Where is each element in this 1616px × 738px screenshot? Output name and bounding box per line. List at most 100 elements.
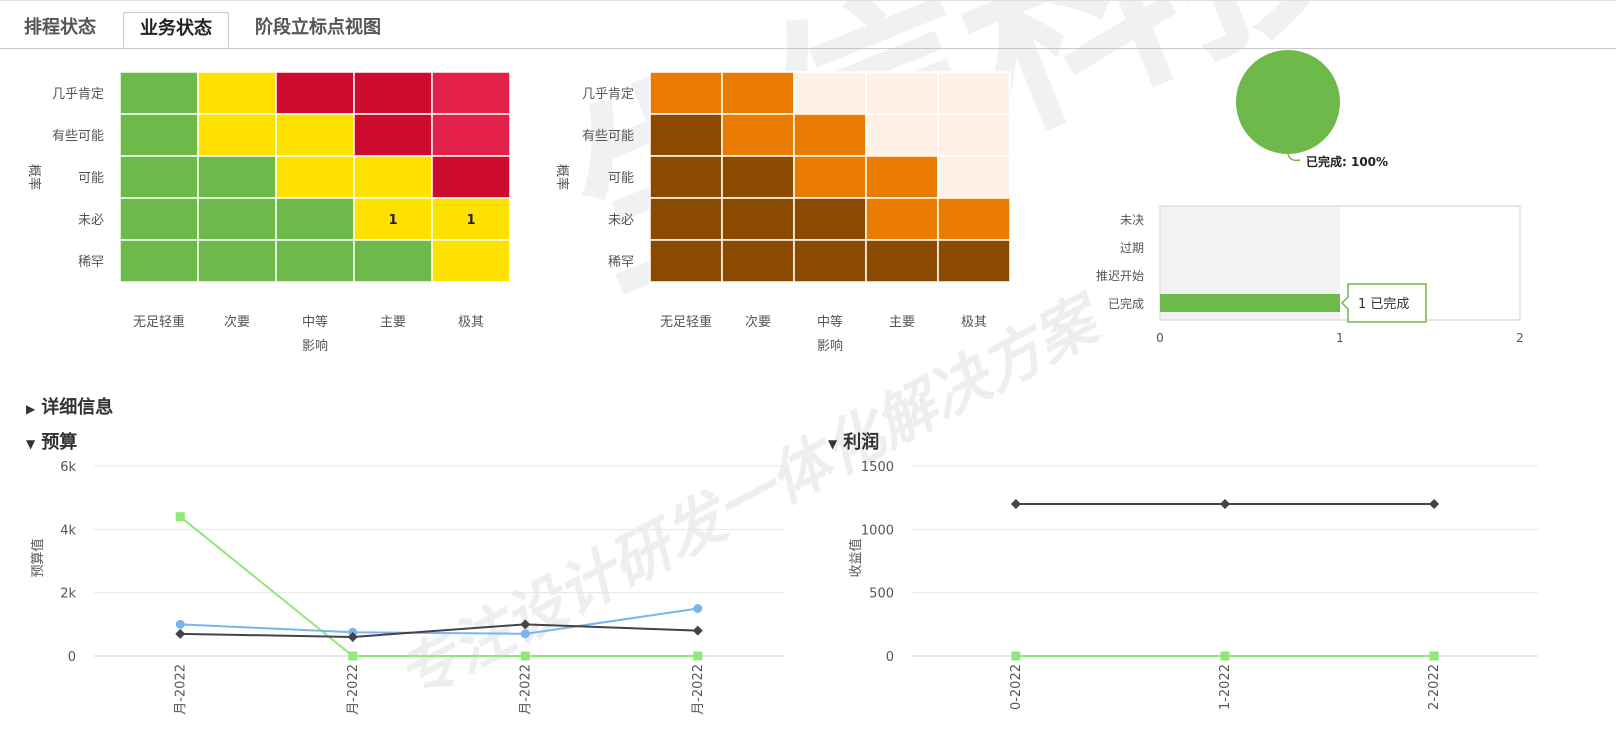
heatmap-cell[interactable] <box>119 71 199 115</box>
risk-heatmap-2: 几乎肯定有些可能可能未必稀罕无足轻重 次要 中等 主要 极其影响 概率 <box>554 71 1011 354</box>
data-point-diamond[interactable] <box>520 619 531 630</box>
heatmap-cell[interactable] <box>119 197 199 241</box>
heatmap-cell[interactable] <box>865 71 939 115</box>
heatmap-cell[interactable] <box>197 155 277 199</box>
data-point-square[interactable] <box>693 651 703 661</box>
data-point-square[interactable] <box>1011 651 1021 661</box>
heatmap-cell[interactable] <box>353 239 433 283</box>
heatmap-cell[interactable] <box>937 197 1011 241</box>
data-point-diamond[interactable] <box>175 628 186 639</box>
heatmap-cell[interactable] <box>353 113 433 157</box>
heatmap-cell[interactable] <box>865 239 939 283</box>
heatmap-cell-count: 1 <box>466 213 475 228</box>
heatmap-col-label: 主要 <box>380 315 406 330</box>
heatmap-cell[interactable] <box>649 113 723 157</box>
data-point-circle[interactable] <box>520 629 530 639</box>
heatmap-cell[interactable] <box>865 113 939 157</box>
heatmap-cell[interactable] <box>793 239 867 283</box>
heatmap-cell[interactable] <box>275 113 355 157</box>
heatmap-col-label: 中等 <box>302 314 328 330</box>
heatmap-cell[interactable] <box>793 197 867 241</box>
tab-business-status[interactable]: 业务状态 <box>123 12 229 48</box>
x-tick-label: 2-2022 <box>1427 664 1442 710</box>
heatmap-cell[interactable] <box>119 239 199 283</box>
data-point-square[interactable] <box>520 651 530 661</box>
heatmap-cell[interactable] <box>721 239 795 283</box>
pie-slice-completed[interactable] <box>1236 50 1340 154</box>
collapsed-caret-icon: ▶ <box>26 402 36 416</box>
heatmap-cell[interactable] <box>721 71 795 115</box>
data-point-diamond[interactable] <box>692 625 703 636</box>
details-toggle[interactable]: ▶ 详细信息 <box>26 393 113 419</box>
heatmap-cell[interactable] <box>197 197 277 241</box>
heatmap-x-title: 影响 <box>302 338 328 354</box>
heatmap-cell[interactable] <box>275 71 355 115</box>
heatmap-cell[interactable] <box>937 113 1011 157</box>
data-point-diamond[interactable] <box>1429 499 1440 509</box>
data-point-square[interactable] <box>1220 651 1230 661</box>
data-point-square[interactable] <box>175 512 185 522</box>
data-point-circle[interactable] <box>693 604 703 613</box>
profit-toggle[interactable]: ▼ 利润 <box>828 428 879 454</box>
tab-schedule-status[interactable]: 排程状态 <box>8 12 112 46</box>
heatmap-col-label: 主要 <box>889 315 915 330</box>
data-point-square[interactable] <box>1429 651 1439 661</box>
heatmap-cell[interactable] <box>649 239 723 283</box>
heatmap-cell[interactable] <box>431 71 511 115</box>
heatmap-cell[interactable] <box>431 239 511 283</box>
heatmap-cell[interactable] <box>721 155 795 199</box>
data-point-square[interactable] <box>348 651 358 661</box>
y-tick-label: 6k <box>60 460 76 475</box>
heatmap-row-label: 有些可能 <box>582 129 634 144</box>
x-tick-label: 月-2022 <box>691 664 706 715</box>
heatmap-cell[interactable] <box>793 71 867 115</box>
heatmap-cell[interactable] <box>275 239 355 283</box>
heatmap-cell[interactable] <box>431 113 511 157</box>
status-bar[interactable] <box>1160 294 1340 312</box>
heatmap-cell[interactable] <box>937 155 1011 199</box>
data-point-diamond[interactable] <box>1010 499 1021 509</box>
heatmap-cell[interactable] <box>353 71 433 115</box>
heatmap-cell[interactable] <box>119 155 199 199</box>
heatmap-cell[interactable] <box>431 155 511 199</box>
heatmap-col-label: 极其 <box>458 315 484 330</box>
data-point-circle[interactable] <box>175 619 185 629</box>
heatmap-x-title: 影响 <box>817 338 843 354</box>
heatmap-cell[interactable] <box>793 113 867 157</box>
heatmap-cell[interactable] <box>793 155 867 199</box>
data-point-diamond[interactable] <box>1220 499 1230 509</box>
heatmap-cell[interactable] <box>197 113 277 157</box>
status-tooltip-text: 1 已完成 <box>1358 297 1409 312</box>
heatmap-row-label: 未必 <box>78 213 104 228</box>
heatmap-cell[interactable] <box>119 113 199 157</box>
expanded-caret-icon: ▼ <box>828 437 838 451</box>
heatmap-cell[interactable] <box>721 113 795 157</box>
heatmap-cell[interactable] <box>865 197 939 241</box>
heatmap-cell[interactable] <box>649 197 723 241</box>
status-x-tick: 1 <box>1336 331 1344 345</box>
heatmap-cell[interactable] <box>197 239 277 283</box>
heatmap-col-label: 中等 <box>817 314 843 330</box>
status-category-label: 过期 <box>1120 241 1144 255</box>
heatmap-col-label: 次要 <box>224 314 250 330</box>
heatmap-cell[interactable] <box>275 197 355 241</box>
heatmap-cell[interactable] <box>197 71 277 115</box>
heatmap-cell[interactable] <box>865 155 939 199</box>
heatmap-cell[interactable] <box>353 155 433 199</box>
x-tick-label: 0-2022 <box>1009 664 1024 710</box>
status-category-label: 已完成 <box>1108 296 1144 311</box>
x-tick-label: 月-2022 <box>346 664 361 715</box>
status-x-tick: 2 <box>1516 331 1524 345</box>
y-tick-label: 0 <box>886 650 894 665</box>
heatmap-cell[interactable] <box>937 71 1011 115</box>
y-tick-label: 0 <box>68 650 76 665</box>
heatmap-cell[interactable] <box>937 239 1011 283</box>
heatmap-cell[interactable] <box>275 155 355 199</box>
heatmap-cell[interactable] <box>649 155 723 199</box>
tab-milestone-view[interactable]: 阶段立标点视图 <box>239 12 397 46</box>
heatmap-cell[interactable] <box>649 71 723 115</box>
budget-toggle[interactable]: ▼ 预算 <box>26 428 77 454</box>
pie-label: 已完成: 100% <box>1306 154 1388 169</box>
x-tick-label: 月-2022 <box>173 664 188 715</box>
heatmap-cell[interactable] <box>721 197 795 241</box>
